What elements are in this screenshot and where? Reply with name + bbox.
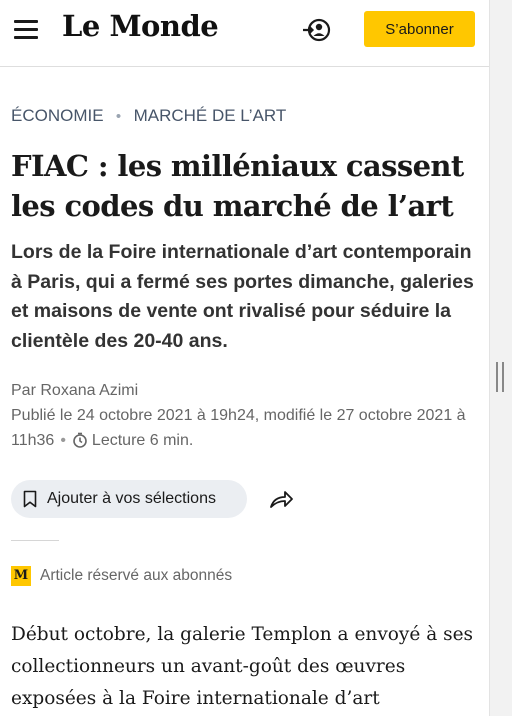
article-page: Le Monde S’abonner ÉCONOMIE • MARCHÉ DE L’… — [0, 0, 490, 716]
byline-prefix: Par — [11, 382, 36, 399]
site-logo[interactable]: Le Monde — [62, 9, 219, 43]
subscriber-badge-icon: M — [11, 566, 31, 586]
account-icon[interactable] — [302, 15, 332, 45]
add-to-selections-label: Ajouter à vos sélections — [47, 490, 216, 507]
article-meta: Par Roxana Azimi Publié le 24 octobre 20… — [11, 378, 481, 453]
hamburger-icon[interactable] — [14, 20, 38, 40]
article-body: Début octobre, la galerie Templon a envo… — [11, 624, 474, 709]
breadcrumb: ÉCONOMIE • MARCHÉ DE L’ART — [11, 106, 286, 126]
reading-time: Lecture 6 min. — [91, 432, 194, 449]
breadcrumb-economie[interactable]: ÉCONOMIE — [11, 106, 104, 125]
breadcrumb-separator: • — [115, 108, 122, 125]
breadcrumb-marche-de-l-art[interactable]: MARCHÉ DE L’ART — [134, 106, 287, 125]
divider — [11, 540, 59, 541]
site-header: Le Monde S’abonner — [0, 0, 490, 67]
bookmark-icon — [23, 490, 37, 508]
byline: Par Roxana Azimi — [11, 378, 481, 403]
resize-handle[interactable] — [496, 362, 504, 392]
subscriber-only-text: Article réservé aux abonnés — [40, 567, 233, 584]
side-panel-rail — [489, 0, 512, 716]
subscriber-only-label: M Article réservé aux abonnés — [11, 566, 232, 586]
add-to-selections-button[interactable]: Ajouter à vos sélections — [11, 480, 247, 518]
article-title: FIAC : les milléniaux cassent les codes … — [11, 149, 464, 223]
clock-icon — [73, 432, 87, 448]
meta-separator: • — [60, 432, 66, 449]
share-icon[interactable] — [268, 487, 294, 511]
publication-info: Publié le 24 octobre 2021 à 19h24, modif… — [11, 403, 481, 453]
subscribe-button[interactable]: S’abonner — [364, 11, 475, 47]
author-link[interactable]: Roxana Azimi — [40, 382, 138, 399]
article-lede: Lors de la Foire internationale d’art co… — [11, 241, 474, 352]
